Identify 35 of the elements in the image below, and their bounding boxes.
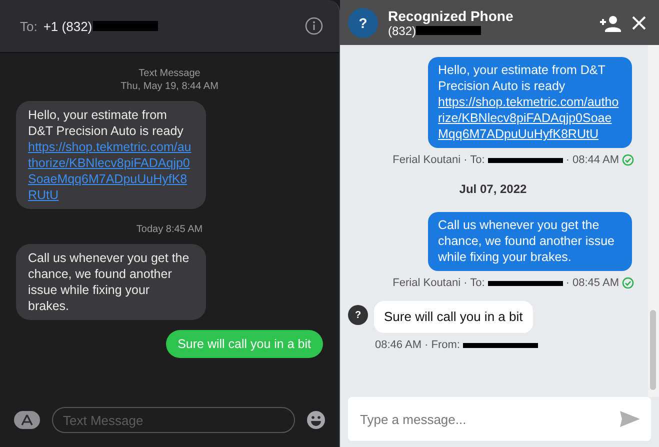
message-bubble: Sure will call you in a bit xyxy=(374,301,533,333)
delivered-check-icon[interactable] xyxy=(622,154,634,166)
add-person-icon[interactable] xyxy=(599,14,621,32)
message-text: Call us whenever you get the chance, we found another issue while fixing your brakes. xyxy=(28,251,190,313)
message-text: Sure will call you in a bit xyxy=(178,337,311,351)
redaction-bar xyxy=(93,21,158,31)
message-text: Call us whenever you get the chance, we found another issue while fixing your brakes. xyxy=(438,218,615,264)
contact-number: (832) xyxy=(388,24,416,38)
close-icon[interactable] xyxy=(631,14,647,30)
emoji-icon[interactable] xyxy=(307,411,325,429)
app-store-icon[interactable] xyxy=(14,411,40,429)
date-divider: Jul 07, 2022 xyxy=(459,182,527,196)
estimate-link[interactable]: https://shop.tekmetric.com/authorize/KBNlecv8piFADAqjp0SoaeMqq6M7ADpuUuHyfK8RUtU xyxy=(438,94,622,142)
timestamp: Thu, May 19, 8:44 AM xyxy=(120,80,218,93)
contact-name: Recognized Phone xyxy=(388,8,514,24)
compose-field[interactable]: Type a message... xyxy=(348,397,651,441)
timestamp: Today 8:45 AM xyxy=(136,223,203,236)
message-time: · 08:44 AM xyxy=(566,154,619,166)
sender-avatar: ? xyxy=(348,305,368,325)
scrollbar-thumb[interactable] xyxy=(650,310,656,390)
delivered-check-icon[interactable] xyxy=(622,277,634,289)
message-meta: Ferial Koutani · To: xyxy=(392,277,485,289)
to-label: To: xyxy=(20,18,38,34)
message-input[interactable]: Type a message... xyxy=(358,410,619,428)
service-label: Text Message xyxy=(138,67,202,80)
message-time: · 08:45 AM xyxy=(566,277,619,289)
contact-avatar: ? xyxy=(348,8,378,38)
message-meta: 08:46 AM · From: xyxy=(375,339,460,351)
message-meta: Ferial Koutani · To: xyxy=(392,154,485,166)
estimate-link[interactable]: https://shop.tekmetric.com/authorize/KBNlecv8piFADAqjp0SoaeMqq6M7ADpuUuHyfK8RUtU xyxy=(28,139,194,203)
redaction-bar xyxy=(416,26,482,35)
recipient-number: +1 (832) xyxy=(43,18,92,34)
message-input[interactable]: Text Message xyxy=(52,407,295,433)
info-icon[interactable] xyxy=(305,17,323,35)
message-text: Hello, your estimate from D&T Precision Auto is ready xyxy=(28,108,184,138)
